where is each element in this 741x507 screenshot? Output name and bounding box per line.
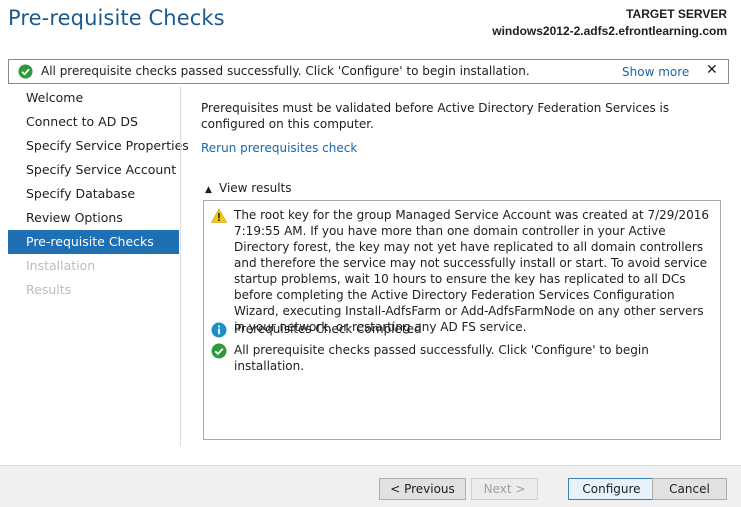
- result-text: The root key for the group Managed Servi…: [234, 208, 710, 334]
- nav-item-installation: Installation: [26, 258, 96, 273]
- result-success: All prerequisite checks passed successfu…: [211, 342, 715, 374]
- nav-item-review-options[interactable]: Review Options: [8, 206, 179, 230]
- nav-item-specify-database[interactable]: Specify Database: [8, 182, 179, 206]
- status-banner: All prerequisite checks passed successfu…: [8, 59, 729, 84]
- target-server-name: windows2012-2.adfs2.efrontlearning.com: [492, 24, 727, 38]
- result-info: Prerequisites Check Completed: [211, 321, 715, 338]
- nav-item-results: Results: [26, 282, 72, 297]
- next-button[interactable]: Next >: [471, 478, 538, 500]
- chevron-up-icon: ▲: [205, 185, 212, 195]
- configure-button[interactable]: Configure: [568, 478, 655, 500]
- result-warning: The root key for the group Managed Servi…: [210, 207, 715, 335]
- target-server-info: TARGET SERVER windows2012-2.adfs2.efront…: [492, 6, 727, 40]
- nav-item-specify-service-properties[interactable]: Specify Service Properties: [8, 134, 189, 158]
- nav-divider: [180, 86, 181, 446]
- show-more-link[interactable]: Show more: [622, 65, 689, 79]
- nav-item-pre-requisite-checks[interactable]: Pre-requisite Checks: [8, 230, 179, 254]
- page-title: Pre-requisite Checks: [8, 6, 225, 30]
- check-circle-icon: [211, 343, 227, 359]
- result-text: Prerequisites Check Completed: [234, 322, 422, 336]
- result-text: All prerequisite checks passed successfu…: [234, 343, 649, 373]
- wizard-steps-nav: Welcome Connect to AD DS Specify Service P…: [8, 86, 189, 302]
- wizard-footer: < Previous Next > Configure Cancel: [0, 465, 741, 507]
- nav-item-specify-service-account[interactable]: Specify Service Account: [8, 158, 179, 182]
- intro-text: Prerequisites must be validated before A…: [201, 101, 670, 131]
- previous-button[interactable]: < Previous: [379, 478, 466, 500]
- info-icon: [211, 322, 227, 338]
- rerun-prerequisites-link[interactable]: Rerun prerequisites check: [201, 141, 357, 155]
- check-circle-icon: [18, 64, 33, 82]
- view-results-label: View results: [219, 181, 292, 195]
- nav-item-connect-to-ad-ds[interactable]: Connect to AD DS: [8, 110, 179, 134]
- view-results-toggle[interactable]: ▲ View results: [205, 181, 292, 195]
- warning-icon: [210, 208, 228, 224]
- close-icon[interactable]: ✕: [706, 62, 718, 78]
- banner-message: All prerequisite checks passed successfu…: [41, 64, 530, 78]
- nav-item-welcome[interactable]: Welcome: [8, 86, 179, 110]
- results-panel[interactable]: The root key for the group Managed Servi…: [203, 200, 721, 440]
- target-server-label: TARGET SERVER: [626, 7, 727, 21]
- cancel-button[interactable]: Cancel: [652, 478, 727, 500]
